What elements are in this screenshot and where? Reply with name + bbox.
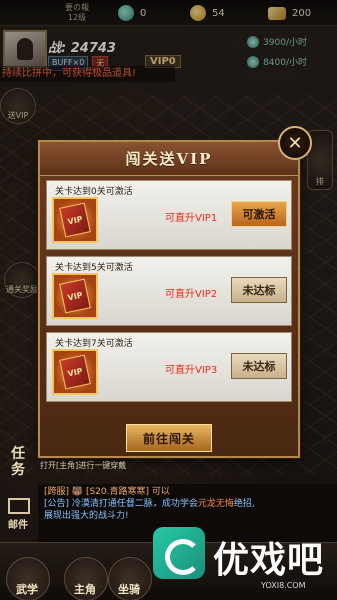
mail-icon[interactable] — [8, 498, 30, 514]
go-challenge-button[interactable]: 前往闯关 — [126, 424, 212, 452]
vip-book-cover: VIP — [59, 354, 91, 390]
reward-card: 关卡达到0关可激活 VIP 可直升VIP1 可激活 — [46, 180, 292, 250]
watermark-logo-icon — [153, 527, 205, 579]
chat-skill-highlight: 元龙无悔 — [197, 499, 234, 509]
not-reached-button[interactable]: 未达标 — [231, 353, 287, 379]
activate-button[interactable]: 可激活 — [231, 201, 287, 227]
vip-book-icon[interactable]: VIP — [52, 273, 98, 319]
chat-line: [公告] 冷漠清打通任督二脉，成功学会元龙无悔绝招, — [44, 498, 331, 510]
card-condition: 关卡达到5关可激活 — [55, 263, 133, 273]
nav-mount[interactable]: 坐骑 — [118, 581, 140, 597]
vip-book-icon[interactable]: VIP — [52, 349, 98, 395]
vip-book-cover: VIP — [59, 278, 91, 314]
nav-hero[interactable]: 主角 — [74, 581, 96, 597]
vip-challenge-modal: 闯关送VIP ✕ 关卡达到0关可激活 VIP 可直升VIP1 可激活 关卡达到5… — [38, 126, 312, 458]
card-description: 可直升VIP2 — [165, 289, 218, 300]
chat-line: [跨服] 🐻 [S20.青路寒寒] 可以 — [44, 487, 170, 497]
watermark-url: YOXI8.COM — [261, 581, 306, 590]
not-reached-button[interactable]: 未达标 — [231, 277, 287, 303]
card-description: 可直升VIP1 — [165, 213, 218, 224]
reward-card: 关卡达到7关可激活 VIP 可直升VIP3 未达标 — [46, 332, 292, 402]
watermark-text: 优戏吧 — [213, 540, 325, 581]
close-button[interactable]: ✕ — [278, 126, 312, 160]
nav-martial-arts[interactable]: 武学 — [16, 581, 38, 597]
close-icon: ✕ — [287, 132, 303, 154]
task-button[interactable]: 任务 — [6, 446, 30, 478]
equip-tip[interactable]: 打开[主角]进行一键穿戴 — [40, 460, 126, 471]
modal-header: 闯关送VIP — [40, 142, 298, 176]
chat-line: 展现出强大的战斗力! — [44, 511, 129, 521]
reward-card: 关卡达到5关可激活 VIP 可直升VIP2 未达标 — [46, 256, 292, 326]
vip-book-icon[interactable]: VIP — [52, 197, 98, 243]
card-description: 可直升VIP3 — [165, 365, 218, 376]
card-condition: 关卡达到0关可激活 — [55, 187, 133, 197]
site-watermark: 优戏吧 YOXI8.COM — [153, 527, 333, 597]
card-condition: 关卡达到7关可激活 — [55, 339, 133, 349]
vip-reward-list[interactable]: 关卡达到0关可激活 VIP 可直升VIP1 可激活 关卡达到5关可激活 VIP … — [46, 180, 292, 412]
chat-announce-suffix: 绝招, — [233, 499, 255, 509]
mail-label[interactable]: 邮件 — [6, 518, 30, 534]
modal-title: 闯关送VIP — [125, 150, 213, 168]
vip-book-cover: VIP — [59, 202, 91, 238]
chat-announce-prefix: [公告] 冷漠清打通任督二脉，成功学会 — [44, 499, 198, 509]
